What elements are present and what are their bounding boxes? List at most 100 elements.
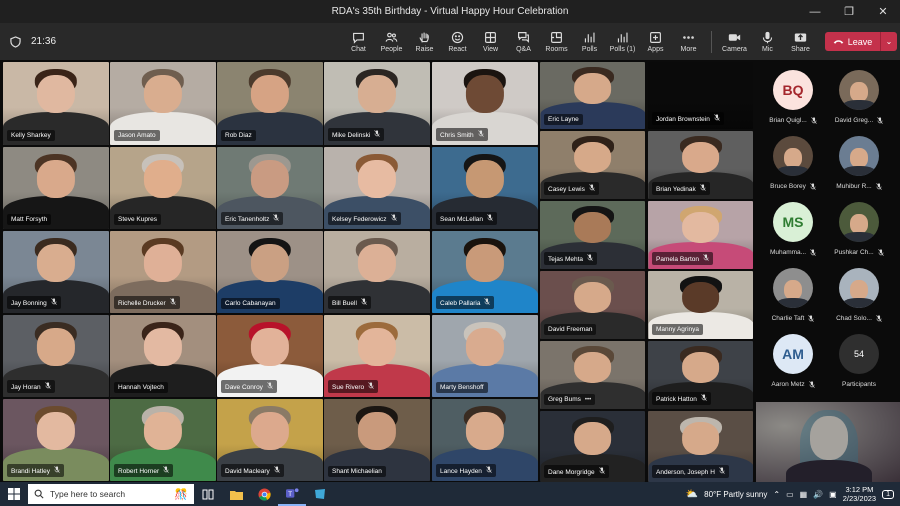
video-tile[interactable]: David Macleary <box>217 399 323 481</box>
video-tile[interactable]: Casey Lewis <box>540 131 645 199</box>
minimize-button[interactable]: — <box>798 0 832 23</box>
video-tile[interactable]: Anderson, Joseph H <box>648 411 753 482</box>
video-tile[interactable]: Patrick Hatton <box>648 341 753 409</box>
video-tile[interactable]: Carlo Cabanayan <box>217 231 323 313</box>
tray-chevron-icon[interactable]: ⌃ <box>773 490 780 499</box>
video-tile[interactable]: Sue Rivero <box>324 315 430 397</box>
video-tile[interactable]: Rob Diaz <box>217 62 323 145</box>
search-icon <box>34 489 44 499</box>
video-tile[interactable]: Hannah Vojtech <box>110 315 216 397</box>
taskbar-search[interactable]: Type here to search 🎊 <box>28 484 194 504</box>
shield-icon[interactable] <box>10 35 21 48</box>
video-tile[interactable]: Kelsey Federowicz <box>324 147 430 229</box>
participants-count-button[interactable]: 54 Participants <box>824 326 894 394</box>
video-tile[interactable]: Matt Forsyth <box>3 147 109 229</box>
taskbar-clock[interactable]: 3:12 PM 2/23/2023 <box>843 485 876 503</box>
video-tile[interactable]: Manny Agrinya <box>648 271 753 339</box>
toolbar-button-chat[interactable]: Chat <box>342 23 375 60</box>
toolbar-button-polls-1[interactable]: Polls (1) <box>606 23 639 60</box>
toolbar-button-apps[interactable]: Apps <box>639 23 672 60</box>
people-icon <box>385 32 398 42</box>
mic-icon <box>762 31 773 43</box>
notification-badge[interactable]: 1 <box>882 489 894 499</box>
rail-participant[interactable]: Muhibur R... <box>824 128 894 196</box>
mic-off-icon <box>267 382 273 391</box>
app-icon[interactable] <box>306 482 334 506</box>
video-tile[interactable]: Brian Yedinak <box>648 131 753 199</box>
toolbar-button-rooms[interactable]: Rooms <box>540 23 573 60</box>
toolbar-button-q-a[interactable]: Q&A <box>507 23 540 60</box>
leave-button[interactable]: Leave ⌄ <box>825 32 897 51</box>
participant-name-label: Kelsey Federowicz <box>328 212 401 225</box>
volume-icon[interactable]: 🔊 <box>813 490 823 499</box>
start-button[interactable] <box>0 482 28 506</box>
rail-participant[interactable]: AM Aaron Metz <box>758 326 828 394</box>
video-tile[interactable]: Marty Benshoff <box>432 315 538 397</box>
self-view-video[interactable] <box>756 402 900 482</box>
video-tile[interactable]: Robert Horner <box>110 399 216 481</box>
toolbar-button-polls[interactable]: Polls <box>573 23 606 60</box>
video-tile[interactable]: Steve Kupres <box>110 147 216 229</box>
video-tile[interactable]: Tejas Mehta <box>540 201 645 269</box>
task-view-icon[interactable] <box>194 482 222 506</box>
rail-participant[interactable]: Pushkar Ch... <box>824 194 894 262</box>
participant-face <box>250 160 290 198</box>
toolbar-button-view[interactable]: View <box>474 23 507 60</box>
chevron-down-icon[interactable]: ⌄ <box>881 37 897 46</box>
video-tile[interactable]: Bill Buell <box>324 231 430 313</box>
mic-off-icon <box>484 298 491 307</box>
video-tile[interactable]: Chris Smith <box>432 62 538 145</box>
video-tile[interactable]: Caleb Pallaria <box>432 231 538 313</box>
maximize-button[interactable]: ❐ <box>832 0 866 23</box>
phone-hangup-icon <box>833 40 844 44</box>
video-tile[interactable]: Dave Conroy <box>217 315 323 397</box>
grid-icon <box>485 31 496 43</box>
video-tile[interactable]: Lance Hayden <box>432 399 538 481</box>
video-tile[interactable]: Kelly Sharkey <box>3 62 109 145</box>
mic-off-icon <box>486 466 492 475</box>
mic-button[interactable]: Mic <box>751 23 784 60</box>
toolbar-button-people[interactable]: People <box>375 23 408 60</box>
participant-face <box>357 328 397 366</box>
video-tile[interactable]: Greg Bums ••• <box>540 341 645 409</box>
tray-video-icon[interactable]: ▭ <box>786 490 794 499</box>
video-tile[interactable]: Eric Layne <box>540 62 645 129</box>
rail-participant[interactable]: Charlie Taft <box>758 260 828 328</box>
mic-off-icon <box>368 382 374 391</box>
toolbar-button-more[interactable]: More <box>672 23 705 60</box>
share-button[interactable]: Share <box>784 23 817 60</box>
weather-text[interactable]: 80°F Partly sunny <box>704 490 767 499</box>
toolbar-button-raise[interactable]: Raise <box>408 23 441 60</box>
teams-tray-icon[interactable]: ▣ <box>829 490 837 499</box>
more-options-icon[interactable]: ••• <box>585 397 591 403</box>
video-tile[interactable]: Jordan Brownstein <box>648 62 753 129</box>
video-tile[interactable]: Pamela Barton <box>648 201 753 269</box>
chrome-icon[interactable] <box>250 482 278 506</box>
rail-participant[interactable]: David Greg... <box>824 62 894 130</box>
network-icon[interactable]: ▦ <box>800 490 808 499</box>
video-tile[interactable]: Dane Morgridge <box>540 411 645 482</box>
video-tile[interactable]: Jason Amato <box>110 62 216 145</box>
participants-label: Participants <box>842 381 876 388</box>
video-tile[interactable]: Eric Tanenholtz <box>217 147 323 229</box>
rail-participant[interactable]: BQ Brian Quigl... <box>758 62 828 130</box>
close-button[interactable]: ✕ <box>866 0 900 23</box>
video-tile[interactable]: Jay Horan <box>3 315 109 397</box>
video-tile[interactable]: Richelle Drucker <box>110 231 216 313</box>
leave-label: Leave <box>847 36 873 47</box>
camera-button[interactable]: Camera <box>718 23 751 60</box>
teams-icon[interactable]: T <box>278 482 306 506</box>
video-tile[interactable]: Jay Bonning <box>3 231 109 313</box>
video-tile[interactable]: David Freeman <box>540 271 645 339</box>
video-tile[interactable]: Shant Michaelian <box>324 399 430 481</box>
toolbar-button-react[interactable]: React <box>441 23 474 60</box>
video-tile[interactable]: Sean McLellan <box>432 147 538 229</box>
rail-participant[interactable]: MS Muhamma... <box>758 194 828 262</box>
video-tile[interactable]: Mike Delinski <box>324 62 430 145</box>
system-tray: ⛅ 80°F Partly sunny ⌃ ▭ ▦ 🔊 ▣ 3:12 PM 2/… <box>686 482 900 506</box>
file-explorer-icon[interactable] <box>222 482 250 506</box>
participant-name-label: Jason Amato <box>114 130 160 141</box>
rail-participant[interactable]: Bruce Borey <box>758 128 828 196</box>
rail-participant[interactable]: Chad Solo... <box>824 260 894 328</box>
video-tile[interactable]: Brandi Hatley <box>3 399 109 481</box>
